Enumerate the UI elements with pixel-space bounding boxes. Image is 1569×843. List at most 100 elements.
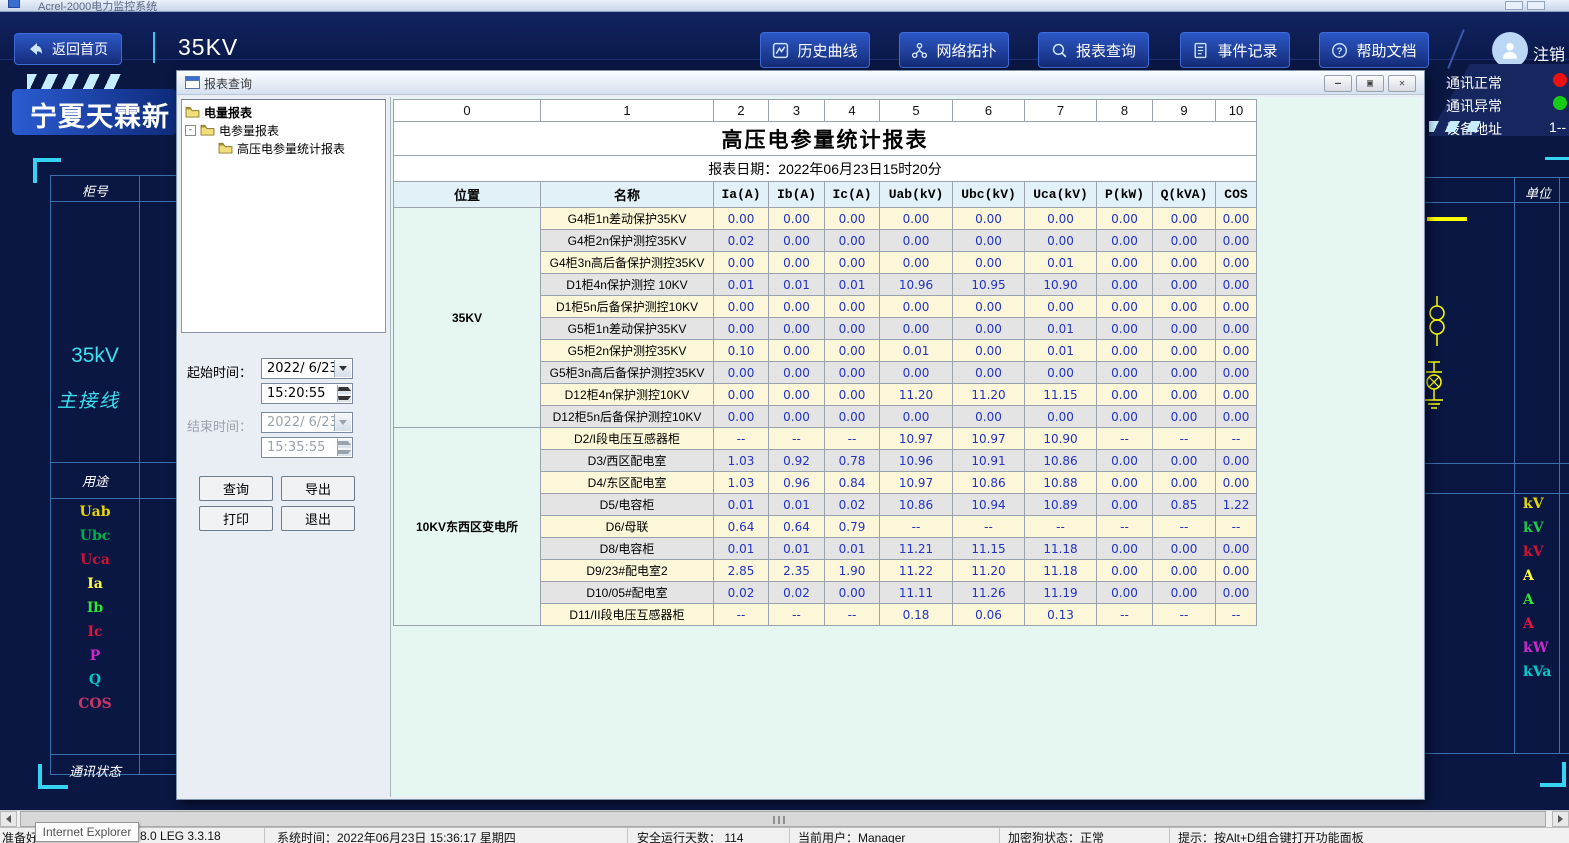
print-button[interactable]: 打印	[199, 506, 273, 531]
report-column-header: Q(kVA)	[1153, 182, 1216, 208]
column-number-row: 012345678910	[394, 100, 1257, 122]
value-cell: 0.00	[1025, 296, 1097, 318]
value-cell: 0.00	[953, 252, 1025, 274]
value-cell: --	[953, 516, 1025, 538]
start-date-combobox[interactable]: 2022/ 6/23	[261, 358, 353, 379]
value-cell: 0.00	[769, 252, 825, 274]
tree-item-leaf[interactable]: 高压电参量统计报表	[218, 140, 385, 156]
value-cell: 0.00	[1097, 296, 1153, 318]
report-view[interactable]: 012345678910高压电参量统计报表报表日期：2022年06月23日15时…	[390, 97, 1422, 797]
back-home-button[interactable]: 返回首页	[14, 33, 122, 65]
value-cell: 10.90	[1025, 274, 1097, 296]
value-cell: 0.00	[825, 384, 880, 406]
value-cell: 0.00	[714, 362, 769, 384]
hazard-stripes-right	[1429, 121, 1481, 132]
value-cell: 0.00	[1025, 230, 1097, 252]
value-cell: 0.01	[825, 538, 880, 560]
dialog-minimize-button[interactable]: —	[1324, 75, 1352, 92]
bus-name-label: 主接线	[57, 386, 120, 413]
nav-help-doc-button[interactable]: ? 帮助文档	[1319, 32, 1429, 68]
network-topology-icon	[911, 42, 928, 59]
value-cell: 0.01	[1025, 318, 1097, 340]
dialog-window-icon	[185, 76, 200, 89]
nav-label: 网络拓扑	[936, 40, 996, 61]
value-cell: 0.00	[1097, 274, 1153, 296]
value-cell: 0.00	[1025, 362, 1097, 384]
status-safe-days: 安全运行天数： 114	[628, 828, 790, 843]
report-column-header: Ubc(kV)	[953, 182, 1025, 208]
value-cell: --	[825, 428, 880, 450]
history-curve-icon	[772, 42, 789, 59]
value-cell: 11.18	[1025, 538, 1097, 560]
os-window-title: Acrel-2000电力监控系统	[38, 0, 157, 12]
value-cell: 0.00	[1216, 252, 1257, 274]
grid-line	[1405, 177, 1569, 178]
scrollbar-thumb[interactable]	[20, 811, 1546, 827]
scroll-left-button[interactable]	[0, 811, 17, 827]
horizontal-scrollbar[interactable]	[0, 810, 1569, 827]
value-cell: 0.84	[825, 472, 880, 494]
dialog-titlebar[interactable]: 报表查询 — ▣ ✕	[177, 71, 1424, 95]
value-cell: 1.03	[714, 472, 769, 494]
header-divider	[153, 32, 155, 63]
row-name-cell: G4柜2n保护测控35KV	[541, 230, 714, 252]
report-column-header: Ib(A)	[769, 182, 825, 208]
row-name-cell: D3/西区配电室	[541, 450, 714, 472]
folder-icon	[218, 142, 233, 154]
end-date-combobox[interactable]: 2022/ 6/23	[261, 412, 353, 433]
value-cell: 0.00	[880, 362, 953, 384]
dialog-close-button[interactable]: ✕	[1388, 75, 1416, 92]
window-minimize-button[interactable]	[1505, 1, 1523, 10]
legend-label-Q: Q	[51, 672, 139, 696]
report-column-header: Uca(kV)	[1025, 182, 1097, 208]
nav-report-query-button[interactable]: 报表查询	[1038, 32, 1149, 68]
value-cell: 0.00	[769, 384, 825, 406]
row-name-cell: D1柜5n后备保护测控10KV	[541, 296, 714, 318]
arrester-ground-symbol	[1422, 360, 1452, 418]
user-avatar[interactable]	[1492, 32, 1528, 68]
tree-item-root[interactable]: 电量报表	[185, 104, 385, 120]
column-number: 2	[714, 100, 769, 122]
bus-bar-segment	[1427, 217, 1467, 221]
page-title: 35KV	[178, 34, 238, 61]
dropdown-arrow-icon[interactable]	[334, 360, 351, 377]
comm-normal-dot	[1553, 73, 1567, 87]
one-line-diagram-grid: 柜号 35kV 主接线 用途 UabUbcUcaIaIbIcPQCOS 通讯状态	[50, 175, 177, 775]
query-button[interactable]: 查询	[199, 476, 273, 501]
grid-line	[1405, 753, 1569, 754]
logout-button[interactable]: 注销	[1533, 41, 1565, 65]
folder-icon	[185, 106, 200, 118]
nav-event-log-button[interactable]: 事件记录	[1180, 32, 1290, 68]
nav-history-curve-button[interactable]: 历史曲线	[760, 32, 870, 68]
column-number: 6	[953, 100, 1025, 122]
status-current-user: 当前用户：Manager	[790, 828, 1000, 843]
dialog-maximize-button[interactable]: ▣	[1356, 75, 1384, 92]
parameter-legend: UabUbcUcaIaIbIcPQCOS	[51, 504, 139, 720]
value-cell: 0.00	[1216, 208, 1257, 230]
cyan-accent-line	[1545, 157, 1569, 160]
value-cell: --	[714, 428, 769, 450]
scroll-right-button[interactable]	[1552, 811, 1569, 827]
value-cell: --	[880, 516, 953, 538]
window-maximize-button[interactable]	[1527, 1, 1545, 10]
comm-abnormal-dot	[1553, 96, 1567, 110]
legend-label-Ia: Ia	[51, 576, 139, 600]
value-cell: 0.64	[769, 516, 825, 538]
value-cell: 0.00	[714, 252, 769, 274]
screen: Acrel-2000电力监控系统 返回首页 35KV 历史曲线	[0, 0, 1569, 843]
nav-network-topology-button[interactable]: 网络拓扑	[899, 32, 1009, 68]
tree-item-branch[interactable]: - 电参量报表	[185, 122, 385, 138]
exit-button[interactable]: 退出	[281, 506, 355, 531]
tree-collapse-icon[interactable]: -	[185, 125, 196, 136]
value-cell: 1.22	[1216, 494, 1257, 516]
end-time-spinner[interactable]: 15:35:55	[261, 437, 353, 458]
export-button[interactable]: 导出	[281, 476, 355, 501]
value-cell: 10.95	[953, 274, 1025, 296]
column-number: 1	[541, 100, 714, 122]
spinner-buttons[interactable]	[337, 385, 351, 402]
start-time-spinner[interactable]: 15:20:55	[261, 383, 353, 404]
app-window-icon	[8, 0, 20, 8]
value-cell: 0.00	[825, 362, 880, 384]
value-cell: 0.92	[769, 450, 825, 472]
value-cell: 11.22	[880, 560, 953, 582]
